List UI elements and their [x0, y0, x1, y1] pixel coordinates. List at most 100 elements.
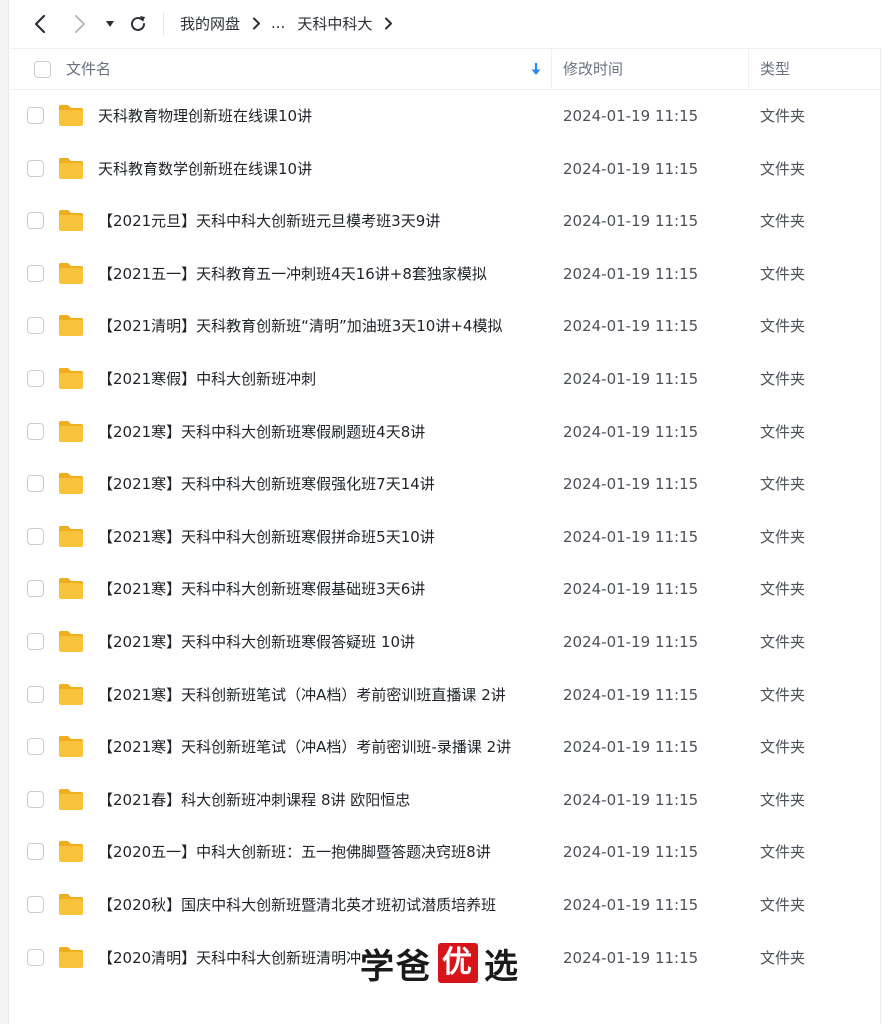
chevron-right-icon[interactable] — [68, 12, 92, 36]
file-modified-time: 2024-01-19 11:15 — [563, 895, 699, 914]
folder-icon — [58, 682, 84, 706]
watermark-text-right: 选 — [484, 946, 520, 987]
caret-down-icon[interactable] — [98, 12, 122, 36]
folder-icon — [58, 839, 84, 863]
file-type: 文件夹 — [760, 212, 806, 231]
row-checkbox[interactable] — [27, 527, 44, 545]
file-type: 文件夹 — [760, 580, 806, 599]
sort-down-arrow-icon[interactable] — [530, 62, 542, 80]
file-name[interactable]: 【2021寒】天科中科大创新班寒假刷题班4天8讲 — [98, 406, 425, 458]
folder-icon — [58, 208, 84, 232]
folder-icon — [58, 313, 84, 337]
file-row[interactable]: 【2021寒】天科中科大创新班寒假答疑班 10讲 2024-01-19 11:15… — [10, 616, 880, 669]
column-divider — [551, 49, 552, 89]
file-row[interactable]: 【2021寒】天科中科大创新班寒假刷题班4天8讲 2024-01-19 11:15… — [10, 406, 880, 459]
file-type: 文件夹 — [760, 685, 806, 704]
file-type: 文件夹 — [760, 738, 806, 757]
file-row[interactable]: 【2021春】科大创新班冲刺课程 8讲 欧阳恒忠 2024-01-19 11:15… — [10, 774, 880, 827]
column-header-type[interactable]: 类型 — [760, 49, 790, 89]
file-row[interactable]: 【2020秋】国庆中科大创新班暨清北英才班初试潜质培养班 2024-01-19 1… — [10, 879, 880, 932]
file-modified-time: 2024-01-19 11:15 — [563, 527, 699, 546]
file-row[interactable]: 【2021寒假】中科大创新班冲刺 2024-01-19 11:15 文件夹 — [10, 353, 880, 406]
row-checkbox[interactable] — [27, 685, 44, 703]
breadcrumb-ellipsis[interactable]: ... — [271, 14, 285, 32]
file-row[interactable]: 【2021寒】天科创新班笔试（冲A档）考前密训班-录播课 2讲 2024-01-1… — [10, 721, 880, 774]
file-type: 文件夹 — [760, 948, 806, 967]
file-name[interactable]: 【2020秋】国庆中科大创新班暨清北英才班初试潜质培养班 — [98, 879, 496, 931]
file-row[interactable]: 【2021元旦】天科中科大创新班元旦模考班3天9讲 2024-01-19 11:1… — [10, 195, 880, 248]
file-modified-time: 2024-01-19 11:15 — [563, 580, 699, 599]
left-panel-edge — [0, 0, 9, 1024]
file-name[interactable]: 【2020清明】天科中科大创新班清明冲 — [98, 932, 361, 984]
folder-icon — [58, 945, 84, 969]
file-modified-time: 2024-01-19 11:15 — [563, 107, 699, 125]
folder-icon — [58, 261, 84, 285]
file-name[interactable]: 天科教育数学创新班在线课10讲 — [98, 143, 312, 195]
file-row[interactable]: 【2021寒】天科创新班笔试（冲A档）考前密训班直播课 2讲 2024-01-19… — [10, 669, 880, 722]
row-checkbox[interactable] — [27, 317, 44, 335]
row-checkbox[interactable] — [27, 790, 44, 808]
file-row[interactable]: 【2021寒】天科中科大创新班寒假基础班3天6讲 2024-01-19 11:15… — [10, 563, 880, 616]
file-modified-time: 2024-01-19 11:15 — [563, 685, 699, 704]
row-checkbox[interactable] — [27, 738, 44, 756]
column-header-modified[interactable]: 修改时间 — [563, 49, 623, 89]
file-name[interactable]: 【2021寒】天科中科大创新班寒假答疑班 10讲 — [98, 616, 415, 668]
file-row[interactable]: 【2020五一】中科大创新班：五一抱佛脚暨答题决窍班8讲 2024-01-19 1… — [10, 826, 880, 879]
file-modified-time: 2024-01-19 11:15 — [563, 212, 699, 231]
file-modified-time: 2024-01-19 11:15 — [563, 475, 699, 494]
row-checkbox[interactable] — [27, 843, 44, 861]
file-modified-time: 2024-01-19 11:15 — [563, 422, 699, 441]
file-type: 文件夹 — [760, 422, 806, 441]
folder-icon — [58, 734, 84, 758]
file-name[interactable]: 【2021寒假】中科大创新班冲刺 — [98, 353, 316, 405]
file-name[interactable]: 【2021寒】天科创新班笔试（冲A档）考前密训班直播课 2讲 — [98, 669, 506, 721]
file-name[interactable]: 【2021寒】天科创新班笔试（冲A档）考前密训班-录播课 2讲 — [98, 721, 511, 773]
row-checkbox[interactable] — [27, 212, 44, 230]
file-name[interactable]: 【2021五一】天科教育五一冲刺班4天16讲+8套独家模拟 — [98, 248, 487, 300]
select-all-checkbox[interactable] — [34, 61, 51, 78]
file-name[interactable]: 【2021寒】天科中科大创新班寒假强化班7天14讲 — [98, 458, 435, 510]
row-checkbox[interactable] — [27, 895, 44, 913]
file-modified-time: 2024-01-19 11:15 — [563, 948, 699, 967]
file-modified-time: 2024-01-19 11:15 — [563, 317, 699, 336]
file-name[interactable]: 【2020五一】中科大创新班：五一抱佛脚暨答题决窍班8讲 — [98, 826, 491, 878]
toolbar-divider — [163, 12, 164, 36]
row-checkbox[interactable] — [27, 264, 44, 282]
file-row[interactable]: 【2021五一】天科教育五一冲刺班4天16讲+8套独家模拟 2024-01-19 … — [10, 248, 880, 301]
breadcrumb-separator — [252, 17, 261, 30]
breadcrumb-root[interactable]: 我的网盘 — [180, 13, 240, 34]
file-type: 文件夹 — [760, 475, 806, 494]
file-name[interactable]: 【2021寒】天科中科大创新班寒假拼命班5天10讲 — [98, 511, 435, 563]
file-type: 文件夹 — [760, 843, 806, 862]
folder-icon — [58, 103, 84, 127]
row-checkbox[interactable] — [27, 107, 44, 124]
file-name[interactable]: 【2021寒】天科中科大创新班寒假基础班3天6讲 — [98, 563, 425, 615]
file-name[interactable]: 【2021清明】天科教育创新班“清明”加油班3天10讲+4模拟 — [98, 300, 502, 352]
toolbar: 我的网盘 ... 天科中科大 — [10, 0, 892, 48]
refresh-icon[interactable] — [126, 12, 150, 36]
row-checkbox[interactable] — [27, 632, 44, 650]
file-row[interactable]: 【2021寒】天科中科大创新班寒假拼命班5天10讲 2024-01-19 11:1… — [10, 511, 880, 564]
column-header-name[interactable]: 文件名 — [66, 49, 111, 89]
chevron-left-icon[interactable] — [28, 12, 52, 36]
watermark-text-left: 学爸 — [360, 946, 432, 987]
file-modified-time: 2024-01-19 11:15 — [563, 632, 699, 651]
row-checkbox[interactable] — [27, 159, 44, 177]
file-name[interactable]: 【2021春】科大创新班冲刺课程 8讲 欧阳恒忠 — [98, 774, 410, 826]
file-row[interactable]: 天科教育数学创新班在线课10讲 2024-01-19 11:15 文件夹 — [10, 143, 880, 196]
row-checkbox[interactable] — [27, 422, 44, 440]
file-name[interactable]: 天科教育物理创新班在线课10讲 — [98, 90, 312, 142]
breadcrumb: 我的网盘 ... 天科中科大 — [180, 0, 403, 46]
file-row[interactable]: 天科教育物理创新班在线课10讲 2024-01-19 11:15 文件夹 — [10, 90, 880, 143]
file-list-header: 文件名 修改时间 类型 — [10, 48, 880, 90]
row-checkbox[interactable] — [27, 580, 44, 598]
row-checkbox[interactable] — [27, 475, 44, 493]
file-modified-time: 2024-01-19 11:15 — [563, 843, 699, 862]
watermark-seal: 优 — [438, 943, 478, 983]
file-row[interactable]: 【2021寒】天科中科大创新班寒假强化班7天14讲 2024-01-19 11:1… — [10, 458, 880, 511]
file-name[interactable]: 【2021元旦】天科中科大创新班元旦模考班3天9讲 — [98, 195, 440, 247]
row-checkbox[interactable] — [27, 369, 44, 387]
row-checkbox[interactable] — [27, 948, 44, 966]
file-row[interactable]: 【2021清明】天科教育创新班“清明”加油班3天10讲+4模拟 2024-01-1… — [10, 300, 880, 353]
file-type: 文件夹 — [760, 317, 806, 336]
